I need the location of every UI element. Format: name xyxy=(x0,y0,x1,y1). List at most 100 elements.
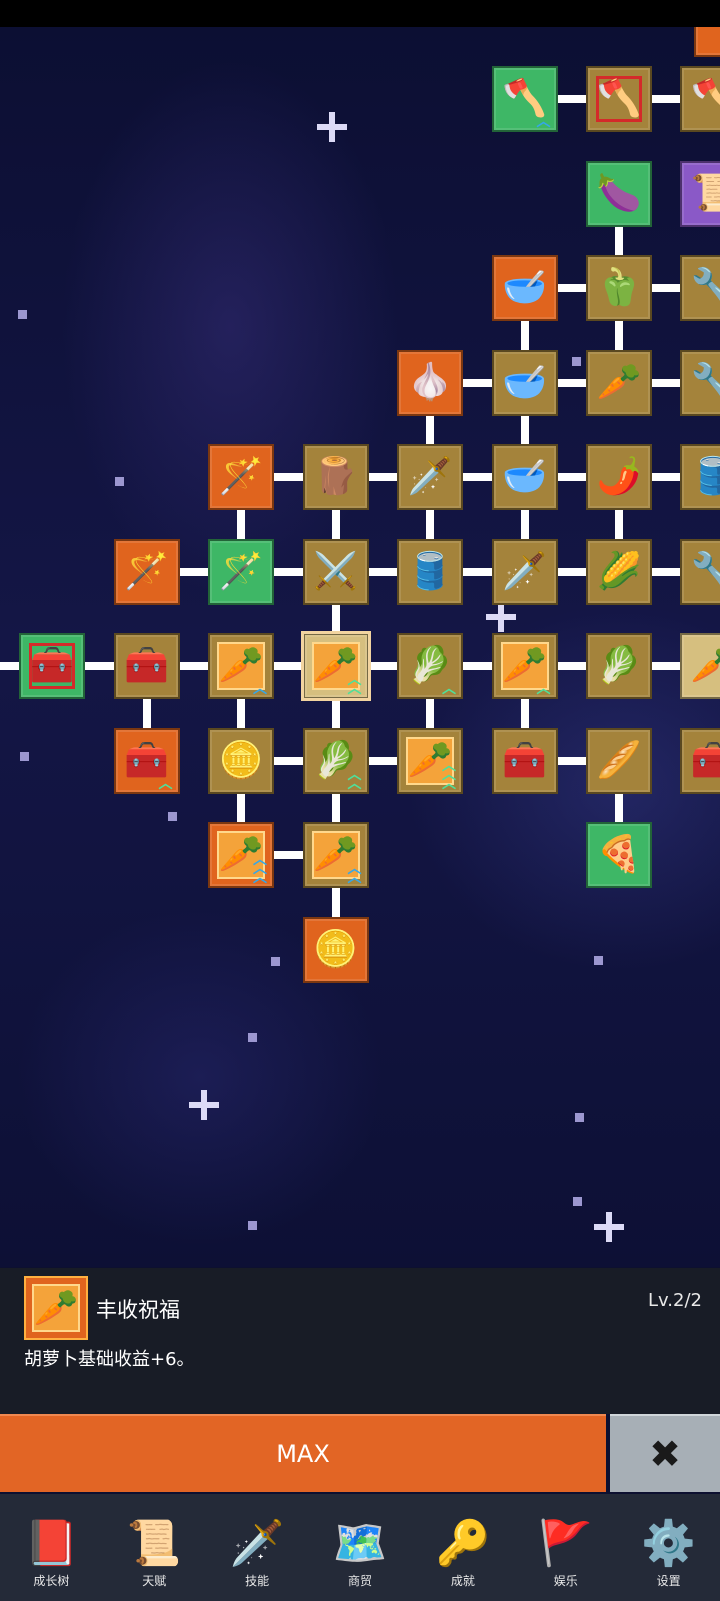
skill-node-chili-pepper[interactable]: 🌶️ xyxy=(586,444,652,510)
skill-node-cabbage[interactable]: 🥬 xyxy=(586,633,652,699)
skill-node-shovel[interactable]: 🪓 xyxy=(586,66,652,132)
tree-connector xyxy=(520,319,529,352)
skill-node-wooden-crate[interactable]: 🪵 xyxy=(302,444,369,510)
level-chevron-icon: ︿ ︿ xyxy=(347,672,362,697)
skill-node-carrot[interactable]: 🥕 ︿ ︿ ︿ xyxy=(208,822,274,888)
tree-connector xyxy=(650,95,683,103)
nav-growth-tree[interactable]: 📕 成长树 xyxy=(0,1494,103,1601)
skill-node-gold-coin[interactable]: 🪙 xyxy=(208,727,274,794)
chest-icon: 🧰 xyxy=(690,739,720,781)
bottom-nav: 📕 成长树 📜 天赋 🗡️ 技能 🗺️ 商贸 🔑 成就 🚩 娱乐 ⚙️ 设置 xyxy=(0,1494,720,1601)
tree-connector xyxy=(615,508,623,541)
skill-node-broad-sword[interactable]: 🗡️ xyxy=(491,538,558,605)
skill-tree-canvas[interactable]: 🪓 ︿ 🪓 🪓 🍆 📜 🥣 🫑 🔧 🧄 🥣 🥕 🔧 🪄 🪵 🗡️ 🥣 🌶️ 🛢️ 🪄 🪄 ⚔️ 🛢️ 🗡️ 🌽 🔧 🧰 🧰 🥕 ︿ 🥕 ︿ ︿ 🥬… xyxy=(0,27,720,1267)
tree-connector xyxy=(331,602,340,635)
skill-node-partial[interactable] xyxy=(694,27,720,57)
nav-trade[interactable]: 🗺️ 商贸 xyxy=(309,1494,412,1601)
level-chevron-icon: ︿ ︿ xyxy=(347,861,362,886)
tree-connector xyxy=(331,791,340,824)
tool-icon: 🔧 xyxy=(690,361,720,403)
skill-node-carrot[interactable]: 🥕 ︿ ︿ ︿ xyxy=(397,727,463,794)
skill-node-eggplant[interactable]: 🍆 xyxy=(586,160,652,227)
tree-connector xyxy=(461,662,494,670)
skill-node-parsnip[interactable]: 🥖 xyxy=(586,727,652,794)
skill-node-tool[interactable]: 🔧 xyxy=(680,538,720,605)
skill-node-shovel[interactable]: 🪓 ︿ xyxy=(491,66,558,132)
level-chevron-icon: ︿ xyxy=(253,681,267,697)
level-chevron-icon: ︿ ︿ ︿ xyxy=(442,757,456,792)
skill-level: Lv.2/2 xyxy=(648,1290,702,1311)
skill-title: 丰收祝福 xyxy=(96,1298,180,1322)
skill-node-iron-sword[interactable]: ⚔️ xyxy=(302,538,369,605)
skill-node-pizza[interactable]: 🍕 xyxy=(586,822,652,888)
nav-label: 技能 xyxy=(245,1574,270,1588)
tree-connector xyxy=(555,95,588,103)
skill-node-corn[interactable]: 🌽 xyxy=(586,538,652,605)
close-button[interactable]: ✖ xyxy=(610,1414,720,1492)
skill-node-carrot[interactable]: 🥕 ︿ ︿ xyxy=(302,822,369,888)
skill-node-golden-sword[interactable]: 🗡️ xyxy=(397,444,463,510)
status-bar xyxy=(0,0,720,27)
tree-connector xyxy=(0,662,21,670)
scroll-icon: 📜 xyxy=(690,172,720,214)
skill-node-garlic[interactable]: 🧄 xyxy=(397,349,463,416)
close-icon: ✖ xyxy=(649,1432,681,1476)
skill-node-gold-coin[interactable]: 🪙 xyxy=(302,916,369,983)
skill-node-shovel[interactable]: 🪓 xyxy=(680,66,720,132)
skill-node-carrot[interactable]: 🥕 xyxy=(680,633,720,699)
red-staff-icon: 🪄 xyxy=(124,550,169,592)
gold-coin-icon: 🪙 xyxy=(218,739,264,781)
skill-node-radish[interactable]: 🥕 xyxy=(586,349,652,416)
skill-node-chest[interactable]: 🧰 xyxy=(113,633,180,699)
tree-connector xyxy=(177,567,210,576)
nav-talent[interactable]: 📜 天赋 xyxy=(103,1494,206,1601)
skill-node-carrot[interactable]: 🥕 ︿ xyxy=(491,633,558,699)
barrel-icon: 🛢️ xyxy=(690,456,720,497)
star xyxy=(572,357,581,366)
max-button[interactable]: MAX xyxy=(0,1414,606,1492)
skill-node-tool[interactable]: 🔧 xyxy=(680,349,720,416)
skill-node-bowl[interactable]: 🥣 xyxy=(491,255,558,321)
skill-node-carrot[interactable]: 🥕 ︿ ︿ xyxy=(300,631,371,701)
skill-node-bowl[interactable]: 🥣 xyxy=(491,444,558,510)
eggplant-icon: 🍆 xyxy=(596,172,642,214)
nav-entertainment[interactable]: 🚩 娱乐 xyxy=(514,1494,617,1601)
skill-node-barrel[interactable]: 🛢️ xyxy=(397,538,463,605)
garlic-icon: 🧄 xyxy=(407,361,453,403)
nav-label: 商贸 xyxy=(348,1574,373,1588)
skill-description: 胡萝卜基础收益+6。 xyxy=(24,1349,195,1370)
skill-node-barrel[interactable]: 🛢️ xyxy=(680,444,720,510)
star xyxy=(115,477,124,486)
corn-icon: 🌽 xyxy=(596,550,642,592)
skill-node-red-staff[interactable]: 🪄 xyxy=(113,538,180,605)
tree-connector xyxy=(555,662,588,670)
tree-connector xyxy=(331,508,340,541)
nav-settings[interactable]: ⚙️ 设置 xyxy=(617,1494,720,1601)
skill-node-green-staff[interactable]: 🪄 xyxy=(208,538,274,605)
skill-node-treasure-chest[interactable]: 🧰 xyxy=(491,727,558,794)
skill-node-chest[interactable]: 🧰 ︿ xyxy=(113,727,180,794)
tree-connector xyxy=(426,697,434,730)
skill-node-green-pepper[interactable]: 🫑 xyxy=(586,255,652,321)
nav-achievement[interactable]: 🔑 成就 xyxy=(411,1494,514,1601)
skill-node-cabbage[interactable]: 🥬 ︿ xyxy=(397,633,463,699)
star xyxy=(168,812,177,821)
skill-node-chest[interactable]: 🧰 xyxy=(19,633,85,699)
nav-skill[interactable]: 🗡️ 技能 xyxy=(206,1494,309,1601)
skill-node-cabbage[interactable]: 🥬 ︿ ︿ xyxy=(302,727,369,794)
skill-node-soup-bowl[interactable]: 🥣 xyxy=(491,349,558,416)
skill-node-carrot[interactable]: 🥕 ︿ xyxy=(208,633,274,699)
skill-node-scroll[interactable]: 📜 xyxy=(680,160,720,227)
wooden-crate-icon: 🪵 xyxy=(313,456,358,497)
skill-node-chest[interactable]: 🧰 xyxy=(680,727,720,794)
skill-node-tool[interactable]: 🔧 xyxy=(680,255,720,321)
tree-connector xyxy=(366,567,399,576)
radish-icon: 🥕 xyxy=(596,361,642,403)
soup-bowl-icon: 🥣 xyxy=(502,361,547,403)
tree-connector xyxy=(461,378,494,387)
tree-connector xyxy=(555,378,588,387)
map-icon: 🗺️ xyxy=(332,1518,388,1569)
tree-connector xyxy=(615,319,623,352)
skill-node-blue-staff[interactable]: 🪄 xyxy=(208,444,274,510)
star xyxy=(248,1033,257,1042)
